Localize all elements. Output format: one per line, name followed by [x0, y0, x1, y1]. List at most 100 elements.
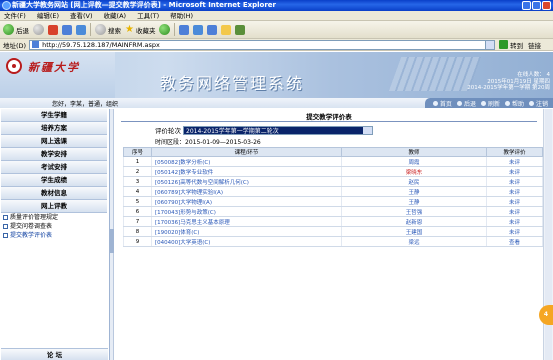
close-button[interactable] [542, 1, 551, 10]
evaluation-link[interactable]: 未评 [486, 176, 543, 187]
messenger-button[interactable] [235, 24, 246, 35]
course-cell[interactable]: [170043]形势与政策(C) [151, 206, 342, 217]
evaluation-link[interactable]: 未评 [486, 166, 543, 177]
course-cell[interactable]: [060789]大学物理实验Ⅰ(A) [151, 186, 342, 197]
edit-button[interactable] [207, 24, 218, 35]
favorites-button[interactable]: ★ 收藏夹 [125, 23, 155, 35]
stop-button[interactable] [48, 24, 58, 35]
teacher-cell[interactable]: 王静 [341, 186, 487, 197]
sidebar-sub-evaluation-form[interactable]: 提交教学评价表 [0, 231, 109, 240]
window-controls [522, 1, 551, 10]
links-button[interactable]: 链接 [528, 40, 541, 50]
folder-button[interactable] [221, 24, 232, 35]
print-button[interactable] [193, 24, 204, 35]
go-button[interactable]: 转到 [499, 40, 523, 50]
go-label: 转到 [510, 41, 524, 50]
university-name: 新疆大学 [28, 61, 80, 74]
teacher-cell[interactable]: 周霞 [341, 156, 487, 167]
menu-view[interactable]: 查看(V) [70, 11, 93, 20]
menu-edit[interactable]: 编辑(E) [37, 11, 59, 20]
evaluation-link[interactable]: 未评 [486, 226, 543, 237]
sidebar-splitter[interactable] [110, 109, 114, 360]
teacher-cell[interactable]: 王静 [341, 196, 487, 207]
round-select[interactable]: 2014-2015学年第一学期第二轮次 [183, 125, 373, 135]
teacher-cell[interactable]: 王哲强 [341, 206, 487, 217]
minimize-button[interactable] [522, 1, 531, 10]
course-cell[interactable]: [050142]数学专业软件 [151, 166, 342, 177]
evaluation-link[interactable]: 未评 [486, 156, 543, 167]
teacher-cell[interactable]: 赵新恩 [341, 216, 487, 227]
menu-tools[interactable]: 工具(T) [137, 11, 159, 20]
evaluation-link[interactable]: 未评 [486, 206, 543, 217]
browser-toolbar: 后退 搜索 ★ 收藏夹 [0, 21, 553, 39]
table-row: 9 [040400]大学英语(C) 梁远 查看 [123, 236, 543, 247]
home-button[interactable] [76, 24, 86, 35]
course-cell[interactable]: [040400]大学英语(C) [151, 236, 342, 247]
menu-file[interactable]: 文件(F) [4, 11, 26, 20]
menu-help[interactable]: 帮助(H) [170, 11, 193, 20]
splitter-grip[interactable] [110, 229, 114, 253]
refresh-button[interactable] [62, 24, 72, 35]
refresh-icon [480, 100, 486, 106]
row-number: 9 [123, 236, 152, 247]
row-number: 5 [123, 196, 152, 207]
sidebar-item-exam-schedule[interactable]: 考试安排 [1, 161, 107, 174]
course-cell[interactable]: [190020]体育(C) [151, 226, 342, 237]
teacher-cell[interactable]: 梁远 [341, 236, 487, 247]
back-button[interactable]: 后退 [3, 24, 29, 35]
evaluation-link[interactable]: 未评 [486, 186, 543, 197]
sidebar-item-evaluation[interactable]: 网上评教 [1, 200, 107, 213]
menu-bar: 文件(F) 编辑(E) 查看(V) 收藏(A) 工具(T) 帮助(H) [0, 11, 553, 21]
course-cell[interactable]: [170036]马克思主义基本原理 [151, 216, 342, 227]
sidebar-forum[interactable]: 论 坛 [1, 348, 108, 360]
column-header-course: 课程/环节 [151, 147, 342, 157]
evaluation-link[interactable]: 未评 [486, 216, 543, 227]
floating-badge[interactable]: 4 [539, 305, 553, 325]
chevron-down-icon[interactable] [363, 126, 372, 134]
address-input[interactable]: http://59.75.128.187/MAINFRM.aspx [29, 39, 496, 50]
round-label: 评价轮次 [155, 127, 181, 135]
maximize-button[interactable] [532, 1, 541, 10]
page-title: 提交教学评价表 [121, 112, 537, 122]
sidebar-item-course-selection[interactable]: 网上选课 [1, 135, 107, 148]
nav-home[interactable]: 首页 [432, 99, 452, 108]
mail-button[interactable] [179, 24, 190, 35]
course-cell[interactable]: [060790]大学物理Ⅰ(A) [151, 196, 342, 207]
teacher-cell[interactable]: 赵民 [341, 176, 487, 187]
sidebar-sub-quality-rules[interactable]: 质量评价管理规定 [0, 213, 109, 222]
search-label: 搜索 [108, 26, 121, 35]
doc-icon [3, 224, 8, 229]
home-icon [432, 100, 438, 106]
banner-info: 在线人数： 4 2015年01月19日 星期四 2014-2015学年第一学期 … [467, 72, 550, 92]
table-row: 5 [060790]大学物理Ⅰ(A) 王静 未评 [123, 196, 543, 207]
sidebar-item-textbooks[interactable]: 教材信息 [1, 187, 107, 200]
course-cell[interactable]: [050126]高等代数与空间解析几何(C) [151, 176, 342, 187]
sidebar-item-teaching-schedule[interactable]: 教学安排 [1, 148, 107, 161]
star-icon: ★ [125, 23, 134, 35]
menu-favorites[interactable]: 收藏(A) [104, 11, 127, 20]
teacher-cell[interactable]: 梁晓东 [341, 166, 487, 177]
evaluation-link[interactable]: 未评 [486, 196, 543, 207]
nav-logout[interactable]: 注销 [528, 99, 548, 108]
sidebar-sub-questionnaire[interactable]: 提交问卷调查表 [0, 222, 109, 231]
nav-refresh-label: 刷新 [487, 100, 500, 108]
address-dropdown-icon[interactable] [485, 40, 495, 49]
course-cell[interactable]: [050082]数学分析(C) [151, 156, 342, 167]
table-body: 1 [050082]数学分析(C) 周霞 未评 2 [050142]数学专业软件 梁晓东 未评… [123, 156, 543, 247]
sidebar-item-training-plan[interactable]: 培养方案 [1, 122, 107, 135]
sidebar-item-grades[interactable]: 学生成绩 [1, 174, 107, 187]
media-button[interactable] [159, 24, 171, 35]
sidebar-item-student-status[interactable]: 学生学籍 [1, 109, 107, 122]
evaluation-link[interactable]: 查看 [486, 236, 543, 247]
teacher-cell[interactable]: 王建国 [341, 226, 487, 237]
nav-refresh[interactable]: 刷新 [480, 99, 500, 108]
logo-area: 新疆大学 [0, 52, 115, 98]
nav-strip: 您好，李某，普通，组织 首页 后退 刷新 帮助 注销 [0, 98, 553, 108]
search-button[interactable]: 搜索 [95, 24, 121, 35]
nav-back[interactable]: 后退 [456, 99, 476, 108]
back-label: 后退 [16, 26, 29, 35]
nav-help[interactable]: 帮助 [504, 99, 524, 108]
back-arrow-icon [3, 24, 14, 35]
forward-button[interactable] [33, 24, 44, 35]
table-row: 7 [170036]马克思主义基本原理 赵新恩 未评 [123, 216, 543, 227]
